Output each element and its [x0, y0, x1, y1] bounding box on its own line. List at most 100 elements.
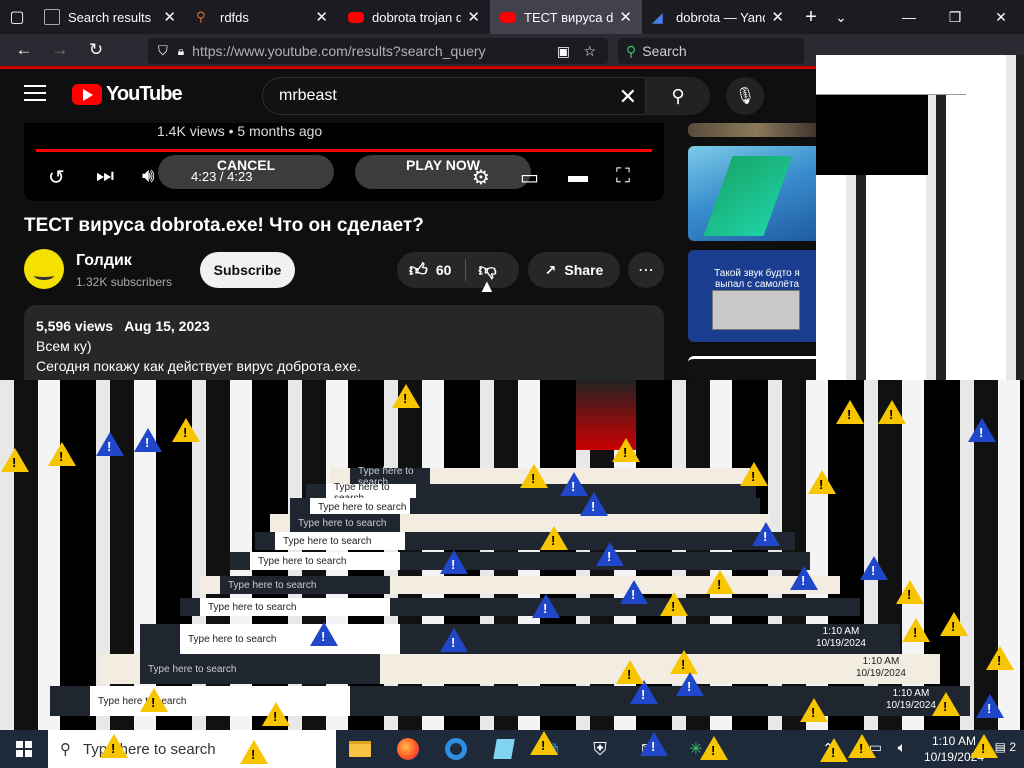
- clear-search-icon[interactable]: ✕: [619, 84, 637, 110]
- recommended-thumbnail[interactable]: Такой звук будто я выпал с самолёта: [688, 250, 824, 342]
- video-title: ТЕСТ вируса dobrota.exe! Что он сделает?: [24, 215, 424, 236]
- close-icon[interactable]: ✕: [163, 8, 176, 26]
- youtube-search-input[interactable]: mrbeast ✕: [262, 77, 646, 115]
- glitched-taskbar-copy: Type here to search 1:10 AM 10/19/2024: [140, 624, 900, 654]
- warning-icon: !: [902, 618, 930, 642]
- back-button[interactable]: ←: [6, 34, 42, 66]
- like-button[interactable]: 👍︎ 60: [409, 259, 451, 281]
- replay-icon[interactable]: ↺: [48, 165, 65, 190]
- warning-icon: !: [752, 522, 780, 546]
- shield-icon[interactable]: ⛨: [576, 730, 624, 768]
- windows-logo-icon: [16, 741, 32, 757]
- voice-search-button[interactable]: 🎙︎: [726, 77, 764, 115]
- lock-icon[interactable]: 🔒︎: [178, 44, 184, 59]
- warning-icon: !: [878, 400, 906, 424]
- warning-icon: !: [520, 464, 548, 488]
- glitched-window-fragment: [816, 95, 928, 175]
- warning-icon: !: [540, 526, 568, 550]
- warning-icon: !: [240, 740, 268, 764]
- file-explorer-icon[interactable]: [336, 730, 384, 768]
- chevron-down-icon[interactable]: ⌄: [818, 0, 864, 34]
- warning-icon: !: [140, 688, 168, 712]
- settings-icon[interactable]: ⚙: [472, 165, 490, 190]
- tab-search-results[interactable]: Search results ✕: [34, 0, 186, 34]
- address-bar[interactable]: ⛉ 🔒︎ https://www.youtube.com/results?sea…: [148, 38, 608, 64]
- play-now-button[interactable]: PLAY NOW: [355, 155, 531, 189]
- glitched-taskbar-copy: Type here to search: [270, 514, 770, 532]
- volume-icon[interactable]: 🔊︎: [142, 165, 155, 188]
- star-icon[interactable]: ☆: [583, 43, 596, 60]
- youtube-icon: [500, 11, 516, 23]
- microphone-icon: 🎙︎: [734, 88, 756, 105]
- upload-date: Aug 15, 2023: [124, 318, 210, 334]
- avatar[interactable]: [24, 249, 64, 289]
- progress-bar[interactable]: [36, 149, 652, 152]
- picture-in-picture-icon[interactable]: ▣: [557, 43, 570, 60]
- share-button[interactable]: ↗ Share: [528, 252, 620, 288]
- tab-title: dobrota — Yandex: [676, 9, 765, 25]
- search-icon: ⚲: [626, 42, 637, 59]
- glitched-taskbar-copy: Type here to search 1:10 AM 10/19/2024: [50, 686, 970, 716]
- edge-icon[interactable]: [432, 730, 480, 768]
- like-dislike-bar: 👍︎ 60 👎︎: [397, 252, 519, 288]
- warning-icon: !: [310, 622, 338, 646]
- search-button[interactable]: ⚲: [646, 77, 710, 115]
- glitched-taskbar-copy: Type here to search 1:10 AM 10/19/2024: [100, 654, 940, 684]
- miniplayer-icon[interactable]: ▭: [520, 165, 539, 190]
- warning-icon: !: [986, 646, 1014, 670]
- warning-icon: !: [860, 556, 888, 580]
- like-count: 60: [435, 262, 452, 278]
- video-meta: 1.4K views • 5 months ago: [157, 123, 323, 139]
- recommended-thumbnail[interactable]: [688, 146, 824, 241]
- youtube-header: YouTube mrbeast ✕ ⚲ 🎙︎: [0, 69, 820, 123]
- channel-name[interactable]: Голдик: [76, 252, 132, 270]
- video-player[interactable]: 1.4K views • 5 months ago ↺ ⏭︎ 🔊︎ CANCEL…: [24, 123, 664, 201]
- browser-tab-bar: ▢ Search results ✕ ⚲ rdfds ✕ dobrota tro…: [0, 0, 1024, 34]
- description-line: Сегодня покажу как действует вирус добро…: [36, 358, 361, 374]
- close-icon[interactable]: ✕: [315, 8, 328, 26]
- tab-test-virus[interactable]: ТЕСТ вируса dobro ✕: [490, 0, 642, 34]
- play-now-label: PLAY NOW: [406, 157, 480, 173]
- time-display: 4:23 / 4:23: [191, 169, 253, 184]
- thumbnail-window: [712, 290, 800, 330]
- close-icon[interactable]: ✕: [467, 8, 480, 26]
- restore-button[interactable]: ❐: [932, 0, 978, 34]
- warning-icon: !: [530, 731, 558, 755]
- close-icon[interactable]: ✕: [771, 8, 784, 26]
- tab-rdfds[interactable]: ⚲ rdfds ✕: [186, 0, 338, 34]
- warning-icon: !: [970, 734, 998, 758]
- thumbnail-art: [703, 156, 793, 236]
- tab-dobrota-yandex[interactable]: ◢ dobrota — Yandex ✕: [642, 0, 794, 34]
- close-window-button[interactable]: ✕: [978, 0, 1024, 34]
- fullscreen-icon[interactable]: ⛶: [616, 165, 630, 188]
- glitched-search-box: Type here to search: [250, 552, 400, 570]
- recommended-thumbnail[interactable]: [688, 123, 824, 137]
- reload-button[interactable]: ↻: [78, 34, 114, 66]
- firefox-icon[interactable]: [384, 730, 432, 768]
- recommended-thumbnail[interactable]: [688, 356, 824, 380]
- list-all-tabs-button[interactable]: ▢: [0, 0, 34, 34]
- close-icon[interactable]: ✕: [619, 8, 632, 26]
- tab-title: rdfds: [220, 9, 249, 25]
- start-button[interactable]: [0, 730, 48, 768]
- store-icon[interactable]: [480, 730, 528, 768]
- next-icon[interactable]: ⏭︎: [96, 165, 114, 188]
- search-field[interactable]: ⚲ Search: [618, 38, 804, 64]
- warning-icon: !: [580, 492, 608, 516]
- tab-title: Search results: [68, 9, 152, 25]
- warning-icon: !: [440, 550, 468, 574]
- taskbar-search-box[interactable]: ⚲ Type here to search: [48, 730, 336, 768]
- menu-icon[interactable]: [24, 85, 46, 103]
- volume-icon[interactable]: 🔈︎: [898, 739, 906, 756]
- search-icon: ⚲: [671, 85, 685, 106]
- shield-icon[interactable]: ⛉: [158, 43, 168, 59]
- tab-dobrota-trojan[interactable]: dobrota trojan do ✕: [338, 0, 490, 34]
- glitched-taskbar-copy: Type here to search: [180, 598, 860, 616]
- minimize-button[interactable]: —: [886, 0, 932, 34]
- warning-icon: !: [740, 462, 768, 486]
- subscribe-button[interactable]: Subscribe: [200, 252, 295, 288]
- theater-mode-icon[interactable]: ▬: [568, 165, 588, 188]
- forward-button[interactable]: →: [42, 34, 78, 66]
- more-actions-button[interactable]: ⋯: [628, 252, 664, 288]
- youtube-logo[interactable]: YouTube: [72, 83, 183, 106]
